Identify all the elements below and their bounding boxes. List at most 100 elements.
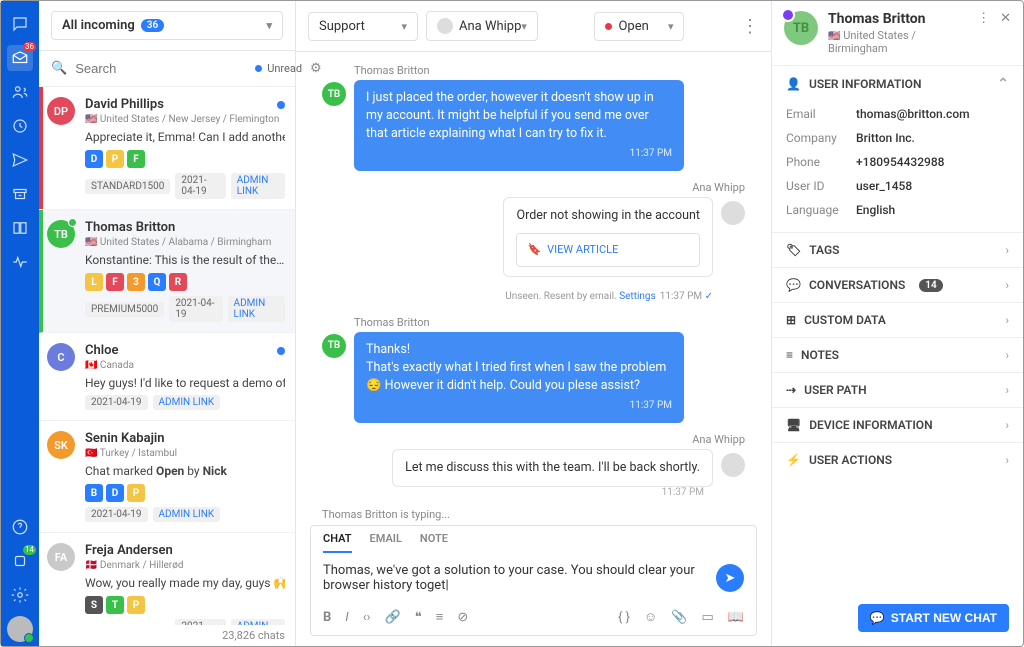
admin-link[interactable]: ADMIN LINK xyxy=(153,507,221,522)
settings-link[interactable]: Settings xyxy=(619,291,656,302)
chevron-up-icon xyxy=(997,76,1009,92)
tag-badge: T xyxy=(106,596,124,614)
conversation-item[interactable]: SK Senin Kabajin 🇹🇷 Turkey / Istambul Ch… xyxy=(39,421,295,533)
help-icon[interactable] xyxy=(7,514,33,540)
logo-icon[interactable] xyxy=(7,11,33,37)
tag-icon: 🏷 xyxy=(786,243,801,257)
conversation-more-icon[interactable]: ⋮ xyxy=(741,16,759,37)
variables-icon[interactable]: { } xyxy=(618,610,630,625)
customer-avatar-icon: TB xyxy=(322,334,346,358)
tab-note[interactable]: NOTE xyxy=(420,532,448,553)
conversation-item[interactable]: C Chloe 🇨🇦 Canada Hey guys! I'd like to … xyxy=(39,333,295,421)
customer-message: Thanks! That's exactly what I tried firs… xyxy=(354,332,684,423)
tab-chat[interactable]: CHAT xyxy=(323,532,352,553)
tag-badge: 3 xyxy=(127,273,145,291)
queue-dropdown[interactable]: Support xyxy=(308,12,418,41)
conversation-item[interactable]: FA Freja Andersen 🇩🇰 Denmark / Hillerød … xyxy=(39,533,295,625)
section-conversations[interactable]: 💬CONVERSATIONS14 xyxy=(772,268,1023,302)
data-icon: ⊞ xyxy=(786,313,796,327)
canned-icon[interactable]: ▭ xyxy=(702,610,714,625)
unread-dot-icon xyxy=(277,347,285,355)
conversation-item[interactable]: TB Thomas Britton 🇺🇸 United States / Ala… xyxy=(39,210,295,333)
section-tags[interactable]: 🏷TAGS xyxy=(772,233,1023,267)
section-device-info[interactable]: 🖥DEVICE INFORMATION xyxy=(772,408,1023,442)
link-icon[interactable]: 🔗 xyxy=(385,610,401,625)
settings-icon[interactable] xyxy=(7,582,33,608)
attachment-icon[interactable]: 📎 xyxy=(671,610,687,625)
tag-badge: Q xyxy=(148,273,166,291)
conversation-item[interactable]: DP David Phillips 🇺🇸 United States / New… xyxy=(39,87,295,210)
section-notes[interactable]: ≡NOTES xyxy=(772,338,1023,372)
tag-badge: P xyxy=(127,484,145,502)
chevron-right-icon xyxy=(1005,418,1009,432)
bold-icon[interactable]: B xyxy=(323,610,331,625)
filter-label: All incoming xyxy=(62,18,135,33)
conversation-list: DP David Phillips 🇺🇸 United States / New… xyxy=(39,87,295,625)
archive-icon[interactable] xyxy=(7,181,33,207)
conversation-avatar-icon: FA xyxy=(47,543,75,571)
tag-badge: D xyxy=(106,484,124,502)
inbox-icon[interactable]: 36 xyxy=(7,45,33,71)
section-user-path[interactable]: ⇢USER PATH xyxy=(772,373,1023,407)
agent-dropdown[interactable]: Ana Whipp xyxy=(426,11,538,41)
agent-avatar-icon xyxy=(721,453,745,477)
chevron-right-icon xyxy=(1005,348,1009,362)
section-user-actions[interactable]: ⚡USER ACTIONS xyxy=(772,443,1023,477)
start-new-chat-button[interactable]: 💬START NEW CHAT xyxy=(858,604,1009,632)
activity-icon[interactable] xyxy=(7,249,33,275)
contacts-icon[interactable] xyxy=(7,79,33,105)
chevron-right-icon xyxy=(1005,243,1009,257)
composer-input[interactable]: Thomas, we've got a solution to your cas… xyxy=(323,563,716,593)
view-article-button[interactable]: 🔖VIEW ARTICLE xyxy=(516,233,700,267)
contact-name: Thomas Britton xyxy=(828,11,977,27)
status-dot-icon xyxy=(605,23,612,30)
kb-insert-icon[interactable]: 📖 xyxy=(728,610,744,625)
conversation-avatar-icon: C xyxy=(47,343,75,371)
italic-icon[interactable]: I xyxy=(345,610,348,625)
team-icon[interactable]: 14 xyxy=(7,548,33,574)
section-user-info[interactable]: 👤USER INFORMATION xyxy=(772,66,1023,102)
admin-link[interactable]: ADMIN LINK xyxy=(231,173,285,199)
close-panel-icon[interactable]: ✕ xyxy=(1000,11,1011,26)
message-composer: CHAT EMAIL NOTE Thomas, we've got a solu… xyxy=(310,525,757,636)
tag-badge: F xyxy=(127,150,145,168)
tag-badge: B xyxy=(85,484,103,502)
status-dropdown[interactable]: Open xyxy=(594,12,684,41)
search-icon: 🔍 xyxy=(51,61,67,76)
contact-more-icon[interactable]: ⋮ xyxy=(977,11,990,26)
chevron-down-icon xyxy=(668,19,674,34)
chevron-down-icon xyxy=(401,19,407,34)
admin-link[interactable]: ADMIN LINK xyxy=(231,619,285,625)
chat-icon: 💬 xyxy=(786,278,801,292)
tag-badge: F xyxy=(106,273,124,291)
quote-icon[interactable]: ❝ xyxy=(415,610,422,625)
agent-avatar-icon xyxy=(721,201,745,225)
profile-avatar[interactable] xyxy=(7,616,33,642)
code-icon[interactable]: ‹› xyxy=(363,610,371,625)
filter-dropdown[interactable]: All incoming 36 xyxy=(51,11,283,40)
conversation-avatar-icon: TB xyxy=(47,220,75,248)
kb-icon[interactable] xyxy=(7,215,33,241)
search-input[interactable] xyxy=(71,57,255,80)
conversation-avatar-icon: SK xyxy=(47,431,75,459)
history-icon[interactable] xyxy=(7,113,33,139)
agent-message: Let me discuss this with the team. I'll … xyxy=(392,449,713,487)
unread-dot-icon xyxy=(277,101,285,109)
section-custom-data[interactable]: ⊞CUSTOM DATA xyxy=(772,303,1023,337)
tab-email[interactable]: EMAIL xyxy=(370,532,402,553)
admin-link[interactable]: ADMIN LINK xyxy=(228,296,285,322)
send-button[interactable]: ➤ xyxy=(716,564,744,592)
agent-avatar-icon xyxy=(437,18,453,34)
user-icon: 👤 xyxy=(786,77,801,91)
chat-count: 23,826 chats xyxy=(39,625,295,646)
tag-badge: P xyxy=(127,596,145,614)
tag-badge: P xyxy=(106,150,124,168)
emoji-icon[interactable]: ☺ xyxy=(644,609,657,625)
list-icon[interactable]: ≡ xyxy=(436,609,444,625)
typing-indicator: Thomas Britton is typing... xyxy=(296,504,771,525)
clear-format-icon[interactable]: ⊘ xyxy=(457,610,468,625)
chevron-right-icon xyxy=(1005,313,1009,327)
tag-badge: R xyxy=(169,273,187,291)
admin-link[interactable]: ADMIN LINK xyxy=(153,395,221,410)
send-icon[interactable] xyxy=(7,147,33,173)
